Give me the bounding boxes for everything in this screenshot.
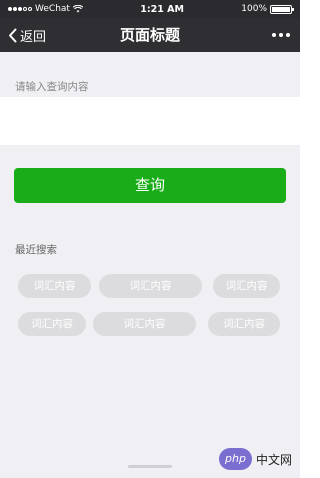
watermark-text: 中文网 xyxy=(255,452,292,467)
recent-search-tag[interactable]: 词汇内容 xyxy=(208,312,280,336)
recent-search-tag[interactable]: 词汇内容 xyxy=(18,274,91,298)
status-bar: WeChat 1:21 AM 100% xyxy=(0,0,300,18)
search-label: 请输入查询内容 xyxy=(15,81,89,93)
wifi-icon xyxy=(72,5,83,13)
status-right: 100% xyxy=(241,4,294,14)
battery-level xyxy=(272,6,290,12)
watermark: php 中文网 xyxy=(219,448,292,470)
query-button[interactable]: 查询 xyxy=(14,168,286,203)
app-screen: WeChat 1:21 AM 100% 返回 页面标题 请输入查询内容 查询 最… xyxy=(0,0,300,478)
battery-percent: 100% xyxy=(241,4,267,14)
watermark-badge: php xyxy=(219,448,252,470)
recent-search-title: 最近搜索 xyxy=(15,244,57,256)
page-title: 页面标题 xyxy=(119,26,180,44)
battery-icon xyxy=(270,4,294,14)
recent-search-tag[interactable]: 词汇内容 xyxy=(18,312,86,336)
status-left: WeChat xyxy=(8,4,83,14)
recent-search-tag[interactable]: 词汇内容 xyxy=(213,274,280,298)
recent-search-tag[interactable]: 词汇内容 xyxy=(93,312,196,336)
recent-search-tag[interactable]: 词汇内容 xyxy=(99,274,202,298)
signal-strength-icon xyxy=(8,7,32,11)
navigation-bar: 返回 页面标题 xyxy=(0,18,300,52)
carrier-name: WeChat xyxy=(35,4,70,14)
home-indicator xyxy=(128,465,172,468)
search-input[interactable] xyxy=(0,97,300,145)
status-time: 1:21 AM xyxy=(140,3,184,15)
more-options-icon[interactable] xyxy=(272,18,290,52)
